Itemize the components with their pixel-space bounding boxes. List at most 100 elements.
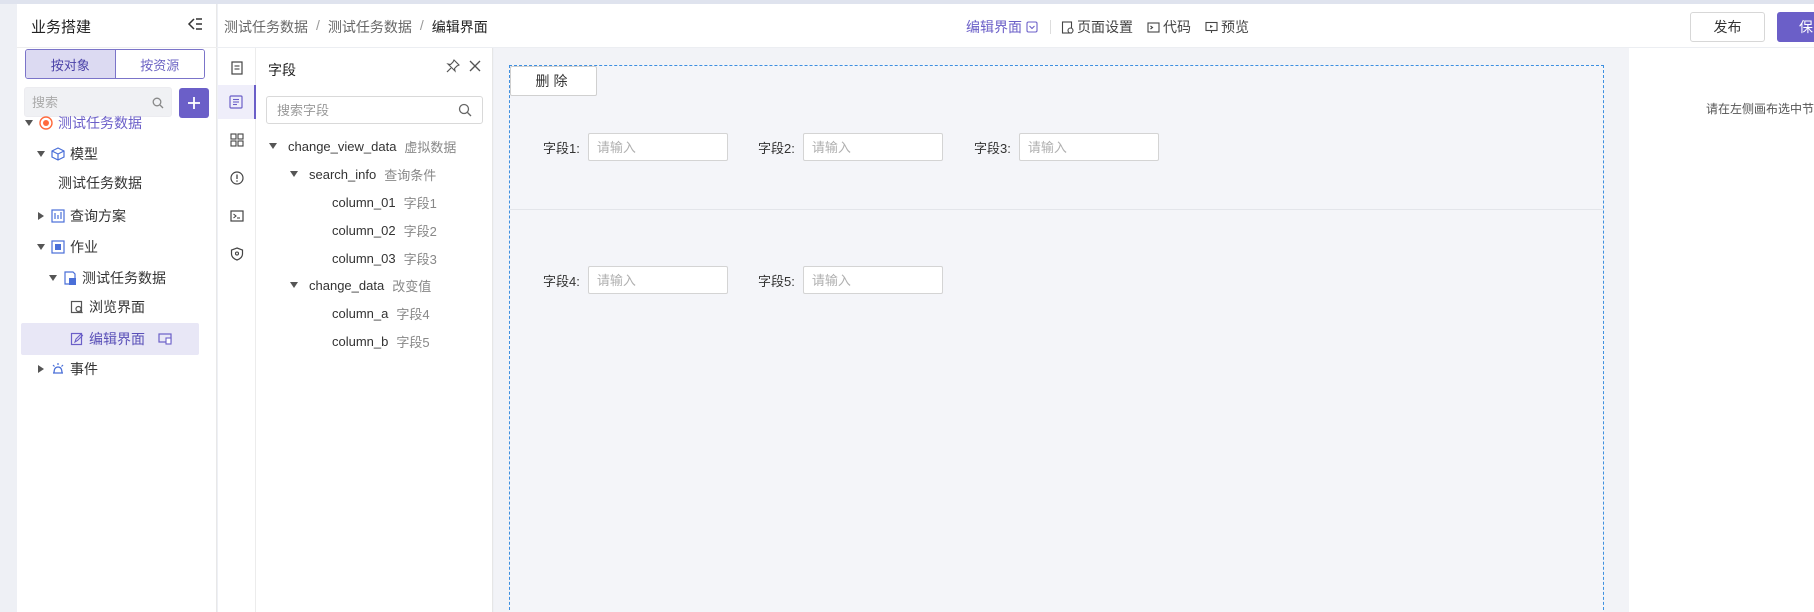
caret-down-icon[interactable] xyxy=(289,282,299,288)
page-settings-icon xyxy=(1061,20,1074,34)
form-field-2: 字段2: xyxy=(758,133,943,161)
caret-right-icon[interactable] xyxy=(35,212,47,220)
delete-button[interactable]: 删除 xyxy=(510,66,597,96)
segment-by-resource[interactable]: 按资源 xyxy=(115,50,204,78)
terminal-icon xyxy=(230,210,244,222)
dropdown-icon xyxy=(1026,21,1038,33)
field-tree-item[interactable]: search_info 查询条件 xyxy=(289,164,436,184)
tree-item-label: 测试任务数据 xyxy=(58,115,142,131)
add-button[interactable] xyxy=(179,88,209,118)
field-tree-item[interactable]: change_data 改变值 xyxy=(289,275,431,295)
caret-down-icon[interactable] xyxy=(23,120,35,126)
rail-outline[interactable] xyxy=(218,52,256,84)
close-icon[interactable] xyxy=(468,59,482,76)
breadcrumb: 测试任务数据 / 测试任务数据 / 编辑界面 xyxy=(224,17,488,37)
tree-item-label: 浏览界面 xyxy=(89,299,145,315)
caret-down-icon[interactable] xyxy=(268,143,278,149)
form-icon xyxy=(63,271,77,285)
field-tree-item[interactable]: column_b 字段5 xyxy=(332,331,430,351)
tree-item-label: 测试任务数据 xyxy=(58,175,142,191)
field-alias: 虚拟数据 xyxy=(404,139,457,155)
pin-icon[interactable] xyxy=(446,59,460,76)
panel-icon-rail xyxy=(218,48,256,612)
form-field-label: 字段4: xyxy=(543,273,580,289)
field-tree-item[interactable]: column_a 字段4 xyxy=(332,303,430,323)
code-button[interactable]: 代码 xyxy=(1147,17,1191,37)
form-field-1: 字段1: xyxy=(543,133,728,161)
field-tree-item[interactable]: column_03 字段3 xyxy=(332,248,437,268)
preview-label: 预览 xyxy=(1221,19,1249,35)
segment-by-object[interactable]: 按对象 xyxy=(26,50,116,78)
fields-panel-title: 字段 xyxy=(268,62,296,78)
form-field-input[interactable] xyxy=(587,133,728,161)
grid-icon xyxy=(230,133,244,147)
field-alias: 改变值 xyxy=(392,278,432,294)
tab-edit-page[interactable]: 编辑界面 xyxy=(966,17,1038,37)
view-mode-segment: 按对象 按资源 xyxy=(25,49,205,79)
breadcrumb-item[interactable]: 测试任务数据 xyxy=(328,17,412,37)
field-name: column_01 xyxy=(332,194,396,210)
page-settings-button[interactable]: 页面设置 xyxy=(1061,17,1133,37)
job-icon xyxy=(51,240,65,254)
field-alias: 字段5 xyxy=(396,334,430,350)
sidebar-title: 业务搭建 xyxy=(31,19,92,36)
left-sidebar: 业务搭建 按对象 按资源 测试任务数据 模型 测试任务数据 查询方案 xyxy=(17,4,217,612)
form-field-input[interactable] xyxy=(802,133,943,161)
caret-down-icon[interactable] xyxy=(47,275,59,281)
form-field-label: 字段5: xyxy=(758,273,795,289)
tree-item-root[interactable]: 测试任务数据 xyxy=(23,110,142,136)
form-field-input[interactable] xyxy=(1018,133,1159,161)
divider xyxy=(1050,20,1051,34)
field-name: column_a xyxy=(332,305,389,321)
field-tree-item[interactable]: column_01 字段1 xyxy=(332,192,437,212)
design-canvas[interactable]: 删除 字段1: 字段2: 字段3: 字段4: 字段5: xyxy=(509,65,1604,612)
tree-item-browse-page[interactable]: 浏览界面 xyxy=(70,294,145,320)
tree-item-job[interactable]: 作业 xyxy=(35,234,98,260)
caret-down-icon[interactable] xyxy=(35,244,47,250)
form-field-4: 字段4: xyxy=(543,266,728,294)
field-search-input[interactable] xyxy=(267,97,447,123)
tree-item-edit-page[interactable]: 编辑界面 xyxy=(21,323,199,355)
search-icon[interactable] xyxy=(458,103,472,120)
field-tree-item[interactable]: change_view_data 虚拟数据 xyxy=(268,136,456,156)
event-icon xyxy=(51,362,65,376)
form-field-input[interactable] xyxy=(802,266,943,294)
properties-panel: 请在左侧画布选中节 xyxy=(1629,48,1814,612)
field-name: change_view_data xyxy=(288,138,397,154)
tree-item-events[interactable]: 事件 xyxy=(35,356,98,382)
caret-right-icon[interactable] xyxy=(35,365,47,373)
tree-item-label: 事件 xyxy=(70,361,98,377)
field-alias: 字段1 xyxy=(403,195,437,211)
form-field-input[interactable] xyxy=(587,266,728,294)
tree-item-label: 作业 xyxy=(70,239,98,255)
collapse-sidebar-icon[interactable] xyxy=(185,14,205,34)
field-tree-item[interactable]: column_02 字段2 xyxy=(332,220,437,240)
publish-button[interactable]: 发布 xyxy=(1690,12,1765,42)
breadcrumb-item[interactable]: 测试任务数据 xyxy=(224,17,308,37)
tree-item-model[interactable]: 模型 xyxy=(35,141,98,167)
save-button[interactable]: 保 xyxy=(1777,12,1814,42)
field-name: column_02 xyxy=(332,222,396,238)
tree-item-query-plan[interactable]: 查询方案 xyxy=(35,203,126,229)
code-icon xyxy=(1147,21,1160,33)
device-icon[interactable] xyxy=(158,332,172,348)
search-icon[interactable] xyxy=(152,96,164,112)
fields-icon xyxy=(229,95,243,109)
query-icon xyxy=(51,209,65,223)
rail-components[interactable] xyxy=(218,124,256,156)
tree-item-model-child[interactable]: 测试任务数据 xyxy=(58,170,142,196)
rail-security[interactable] xyxy=(218,238,256,270)
rail-console[interactable] xyxy=(218,200,256,232)
rail-fields[interactable] xyxy=(218,85,256,119)
tab-edit-page-label: 编辑界面 xyxy=(966,19,1022,35)
row-divider xyxy=(510,209,1603,210)
rail-warnings[interactable] xyxy=(218,162,256,194)
cube-icon xyxy=(51,147,65,161)
preview-button[interactable]: 预览 xyxy=(1205,17,1249,37)
tree-item-label: 模型 xyxy=(70,146,98,162)
caret-down-icon[interactable] xyxy=(35,151,47,157)
object-icon xyxy=(39,116,53,130)
caret-down-icon[interactable] xyxy=(289,171,299,177)
alert-icon xyxy=(230,171,244,185)
tree-item-job-child[interactable]: 测试任务数据 xyxy=(47,265,166,291)
